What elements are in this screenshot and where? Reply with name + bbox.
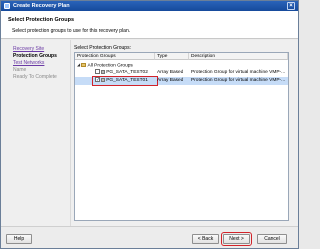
row-type: Array Based [157, 78, 184, 83]
close-icon[interactable]: × [287, 2, 295, 10]
next-button[interactable]: Next > [221, 232, 252, 246]
row-type: Array Based [157, 70, 184, 75]
col-protection-groups[interactable]: Protection Groups [75, 53, 155, 60]
help-button[interactable]: Help [6, 234, 32, 244]
tree-root-row[interactable]: ◢ All Protection Groups [75, 61, 288, 69]
step-protection-groups: Protection Groups [13, 53, 57, 59]
row-name: PG_SATA_TEST01 [106, 78, 148, 83]
row-name: PG_SATA_TEST02 [106, 70, 148, 75]
wizard-content: Recovery Site Protection Groups Test Net… [1, 40, 298, 226]
col-type[interactable]: Type [155, 53, 189, 60]
wizard-header: Select Protection Groups Select protecti… [1, 11, 298, 39]
protection-group-icon [100, 77, 105, 82]
cancel-button[interactable]: Cancel [257, 234, 287, 244]
back-button[interactable]: < Back [192, 234, 219, 244]
step-ready-to-complete: Ready To Complete [13, 74, 57, 80]
row-description: Protection Group for virtual machine VMP… [191, 70, 286, 75]
table-row-selected[interactable]: PG_SATA_TEST01 Array Based Protection Gr… [75, 76, 288, 86]
protection-groups-label: Select Protection Groups: [74, 45, 131, 51]
collapse-arrow-icon[interactable]: ◢ [77, 61, 80, 69]
app-icon [4, 3, 10, 9]
title-bar: Create Recovery Plan × [1, 1, 298, 11]
main-panel: Select Protection Groups: Protection Gro… [74, 40, 298, 226]
folder-icon [81, 63, 87, 67]
page-title: Select Protection Groups [8, 17, 75, 23]
step-name: Name [13, 67, 27, 73]
col-description[interactable]: Description [189, 53, 288, 60]
step-recovery-site[interactable]: Recovery Site [13, 46, 44, 52]
page-subtitle: Select protection groups to use for this… [12, 28, 131, 34]
tree-root-label: All Protection Groups [87, 63, 133, 69]
row-checkbox[interactable] [95, 69, 100, 74]
protection-group-icon [100, 69, 105, 74]
wizard-steps: Recovery Site Protection Groups Test Net… [1, 40, 71, 226]
create-recovery-plan-dialog: Create Recovery Plan × Select Protection… [0, 0, 299, 249]
step-test-networks[interactable]: Test Networks [13, 60, 44, 66]
protection-groups-grid: Protection Groups Type Description ◢ All… [74, 52, 289, 221]
wizard-footer: Help < Back Next > Cancel [1, 226, 298, 248]
window-title: Create Recovery Plan [13, 3, 70, 9]
row-description: Protection Group for virtual machine VMP… [191, 78, 286, 83]
row-checkbox-checked[interactable] [95, 77, 100, 84]
